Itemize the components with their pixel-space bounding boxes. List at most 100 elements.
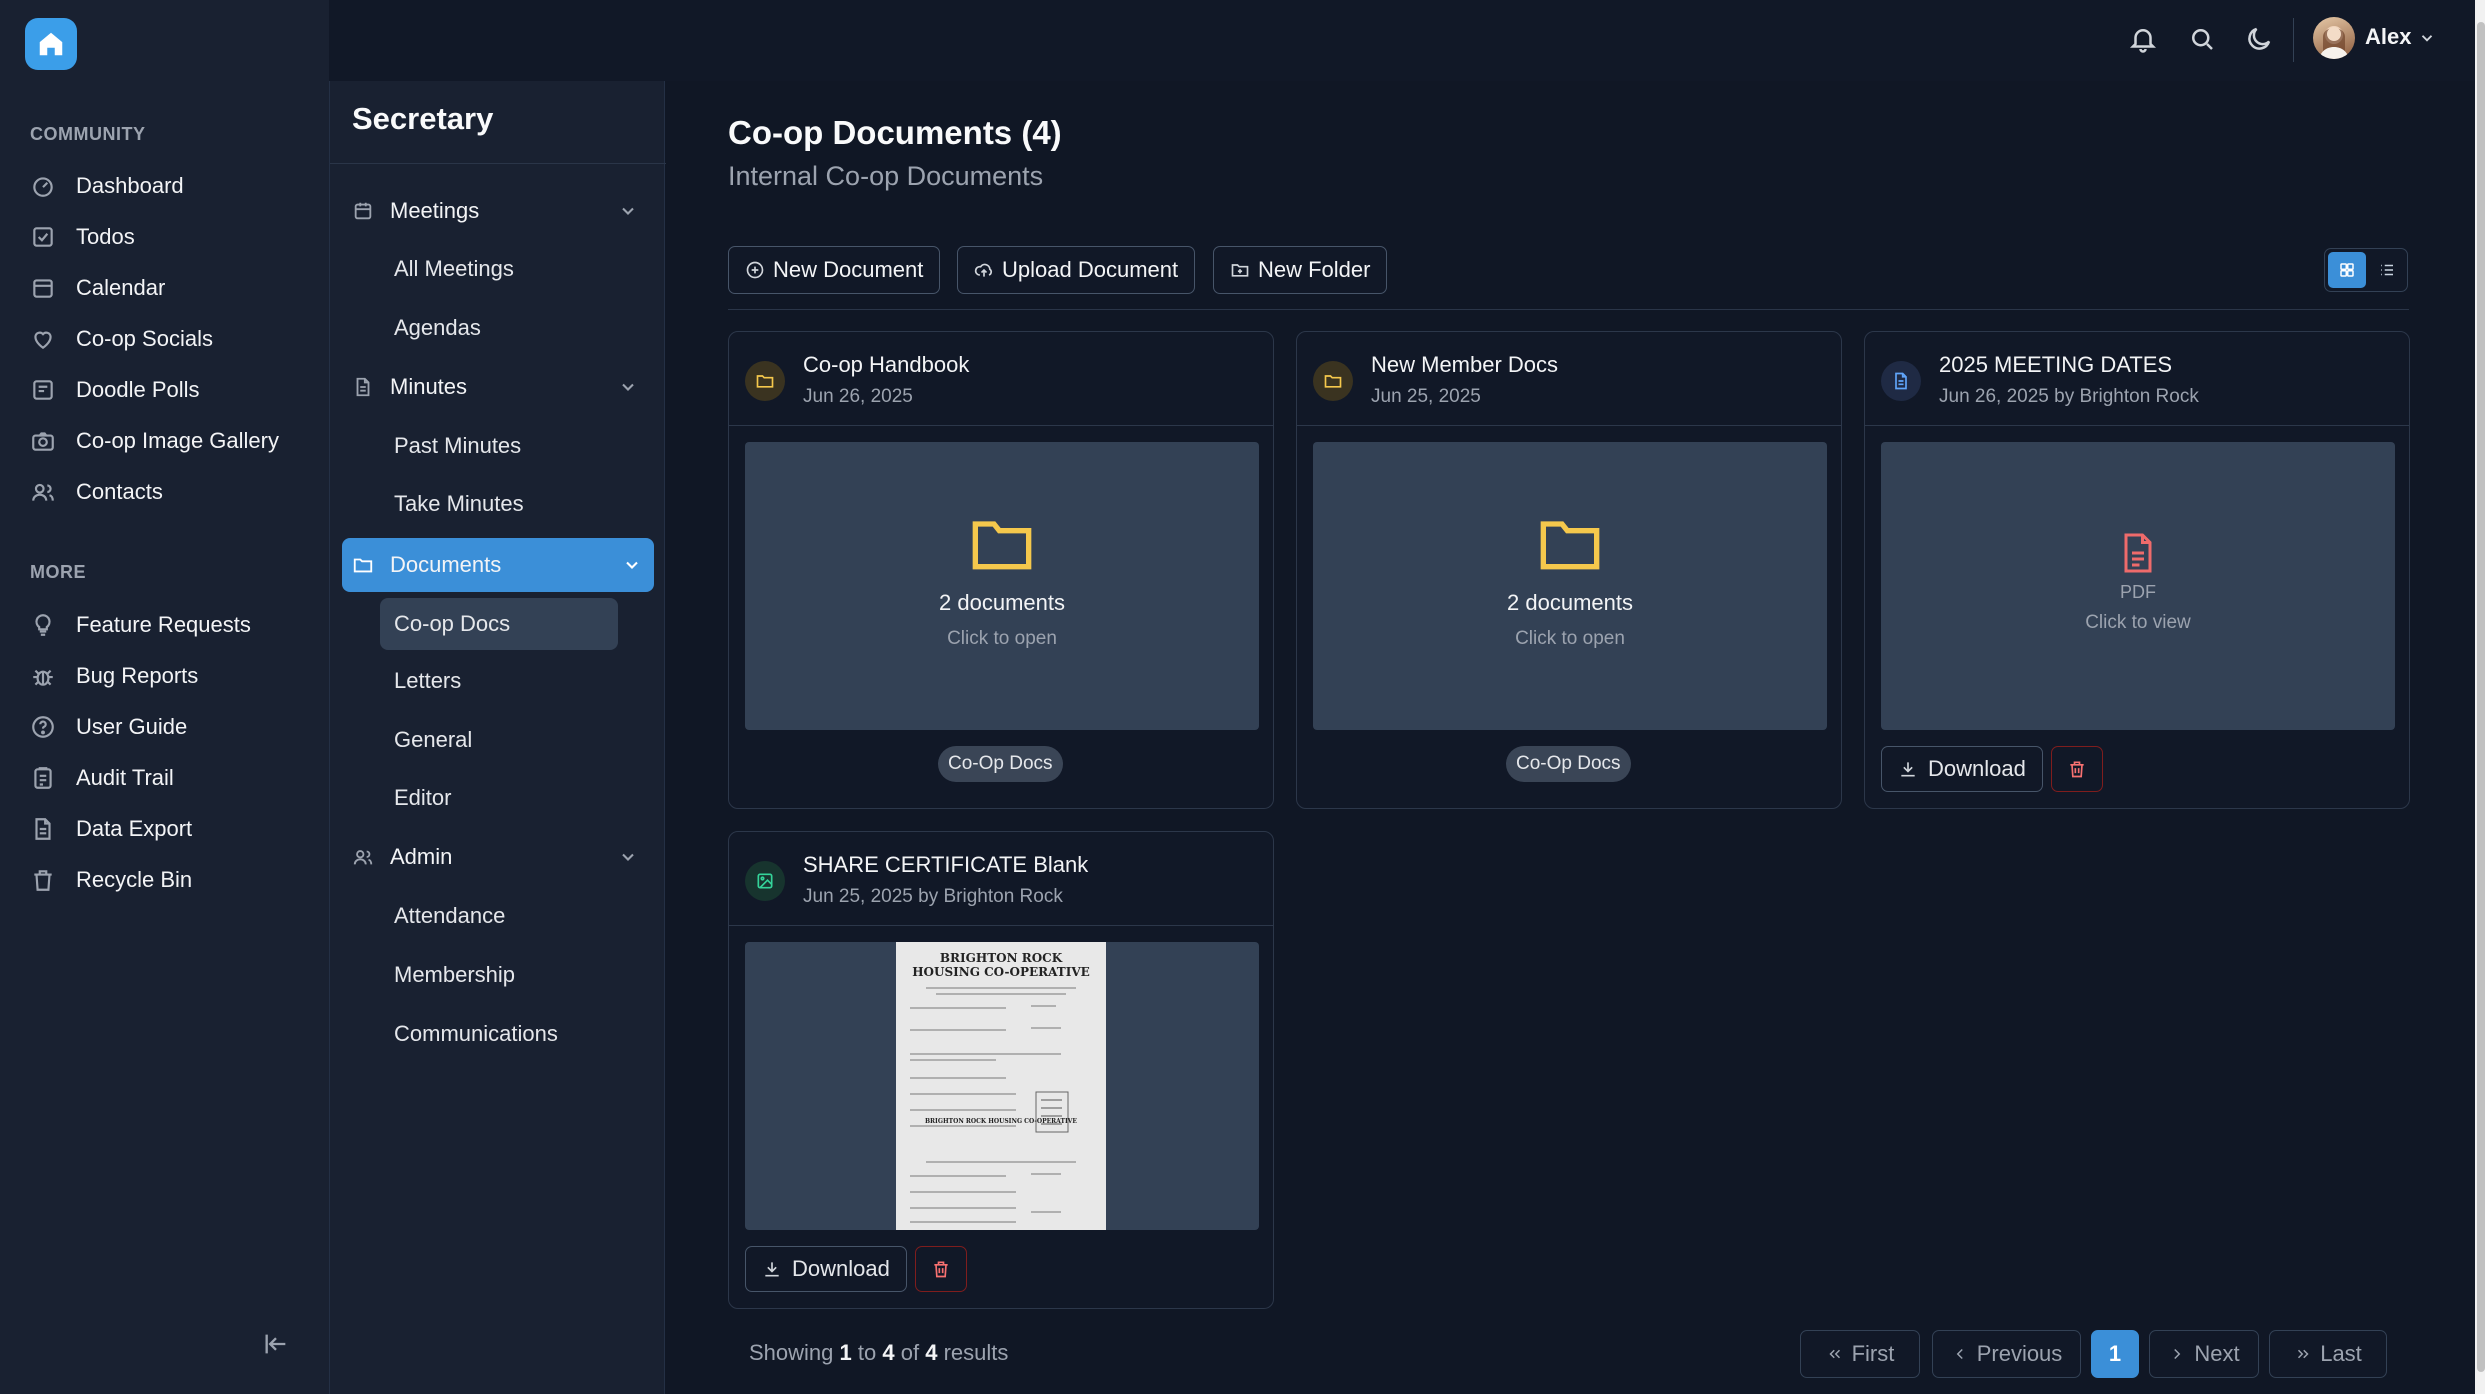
download-icon bbox=[765, 1262, 779, 1277]
subnav-item-communications[interactable]: Communications bbox=[380, 1012, 558, 1056]
sidebar-item-calendar[interactable]: Calendar bbox=[30, 268, 165, 308]
sidebar-item-recycle-bin[interactable]: Recycle Bin bbox=[30, 860, 192, 900]
subnav-group-label: Minutes bbox=[390, 374, 468, 399]
subnav-group-label: Documents bbox=[390, 552, 502, 577]
pagination-page-1[interactable]: 1 bbox=[2091, 1330, 2139, 1378]
category-tag: Co-Op Docs bbox=[1506, 746, 1631, 782]
camera-icon bbox=[32, 432, 54, 451]
open-hint: Click to open bbox=[1515, 628, 1625, 649]
subnav-group-documents[interactable]: Documents bbox=[342, 538, 654, 592]
subnav-item-label: Take Minutes bbox=[394, 491, 524, 516]
subnav-item-membership[interactable]: Membership bbox=[380, 953, 515, 997]
card-date: Jun 25, 2025 bbox=[1371, 386, 1481, 407]
pagination-first-button[interactable]: First bbox=[1800, 1330, 1920, 1378]
lightbulb-icon bbox=[35, 614, 51, 636]
folder-icon bbox=[756, 375, 774, 388]
delete-button[interactable] bbox=[915, 1246, 967, 1292]
subnav-item-co-op-docs[interactable]: Co-op Docs bbox=[380, 598, 618, 650]
subnav-title: Secretary bbox=[352, 101, 494, 136]
subnav-item-all-meetings[interactable]: All Meetings bbox=[380, 247, 514, 291]
toolbar-divider bbox=[728, 309, 2409, 310]
pagination-label: First bbox=[1851, 1341, 1895, 1366]
scrollbar-thumb[interactable] bbox=[2477, 22, 2485, 1372]
pagination-previous-button[interactable]: Previous bbox=[1932, 1330, 2081, 1378]
sidebar-item-dashboard[interactable]: Dashboard bbox=[30, 166, 184, 206]
folder-preview[interactable]: 2 documents Click to open bbox=[745, 442, 1259, 730]
subnav-item-editor[interactable]: Editor bbox=[380, 776, 451, 820]
subnav-item-label: Co-op Docs bbox=[394, 611, 511, 636]
subnav-item-attendance[interactable]: Attendance bbox=[380, 894, 505, 938]
image-preview[interactable]: BRIGHTON ROCK HOUSING CO-OPERATIVE BRIGH… bbox=[745, 942, 1259, 1230]
new-document-button[interactable]: New Document bbox=[728, 246, 941, 294]
subnav-group-admin[interactable]: Admin bbox=[352, 833, 650, 881]
sidebar-item-label: Contacts bbox=[76, 479, 163, 504]
users-icon bbox=[353, 850, 373, 865]
card-title: Co-op Handbook bbox=[803, 352, 970, 377]
theme-toggle-button[interactable] bbox=[2244, 24, 2274, 54]
sidebar-item-doodle-polls[interactable]: Doodle Polls bbox=[30, 370, 200, 410]
image-card[interactable]: SHARE CERTIFICATE Blank Jun 25, 2025 by … bbox=[728, 831, 1274, 1309]
results-total: 4 bbox=[925, 1340, 938, 1365]
list-view-button[interactable] bbox=[2368, 252, 2406, 288]
sidebar-item-co-op-image-gallery[interactable]: Co-op Image Gallery bbox=[30, 421, 279, 461]
button-label: Download bbox=[1928, 756, 2026, 781]
pagination-next-button[interactable]: Next bbox=[2149, 1330, 2259, 1378]
card-header: Co-op Handbook Jun 26, 2025 bbox=[729, 332, 1273, 426]
upload-document-button[interactable]: Upload Document bbox=[957, 246, 1196, 294]
folder-preview[interactable]: 2 documents Click to open bbox=[1313, 442, 1827, 730]
notifications-button[interactable] bbox=[2128, 24, 2158, 54]
collapse-sidebar-button[interactable] bbox=[262, 1330, 290, 1358]
subnav-item-label: Past Minutes bbox=[394, 433, 522, 458]
card-header: SHARE CERTIFICATE Blank Jun 25, 2025 by … bbox=[729, 832, 1273, 926]
folder-badge bbox=[1313, 361, 1353, 401]
document-card[interactable]: 2025 MEETING DATES Jun 26, 2025 by Brigh… bbox=[1864, 331, 2410, 809]
sidebar-item-bug-reports[interactable]: Bug Reports bbox=[30, 656, 198, 696]
subnav-group-meetings[interactable]: Meetings bbox=[352, 187, 650, 235]
new-folder-button[interactable]: New Folder bbox=[1213, 246, 1388, 294]
pdf-preview[interactable]: PDF Click to view bbox=[1881, 442, 2395, 730]
folder-card[interactable]: New Member Docs Jun 25, 2025 2 documents… bbox=[1296, 331, 1842, 809]
subnav-group-label: Meetings bbox=[390, 198, 480, 223]
delete-button[interactable] bbox=[2051, 746, 2103, 792]
sidebar-item-todos[interactable]: Todos bbox=[30, 217, 135, 257]
search-button[interactable] bbox=[2187, 24, 2217, 54]
sidebar-item-co-op-socials[interactable]: Co-op Socials bbox=[30, 319, 213, 359]
folder-icon bbox=[972, 521, 1032, 570]
sidebar-item-contacts[interactable]: Contacts bbox=[30, 472, 163, 512]
subnav-item-take-minutes[interactable]: Take Minutes bbox=[380, 482, 524, 526]
subnav-group-label: Admin bbox=[390, 844, 453, 869]
image-badge bbox=[745, 861, 785, 901]
certificate-lines bbox=[910, 987, 1076, 1223]
download-icon bbox=[1901, 762, 1915, 777]
sidebar-item-feature-requests[interactable]: Feature Requests bbox=[30, 605, 251, 645]
avatar[interactable] bbox=[2313, 17, 2355, 59]
subnav-item-general[interactable]: General bbox=[380, 718, 472, 762]
download-button[interactable]: Download bbox=[1881, 746, 2043, 792]
audit-icon bbox=[34, 767, 52, 789]
pagination-last-button[interactable]: Last bbox=[2269, 1330, 2387, 1378]
subnav-item-label: All Meetings bbox=[394, 256, 514, 281]
button-label: Upload Document bbox=[1002, 257, 1179, 282]
calendar-icon bbox=[354, 202, 372, 220]
sidebar-item-label: Doodle Polls bbox=[76, 377, 200, 402]
home-logo-button[interactable] bbox=[25, 18, 77, 70]
user-menu[interactable]: Alex bbox=[2365, 24, 2436, 50]
bug-icon bbox=[33, 669, 53, 686]
download-button[interactable]: Download bbox=[745, 1246, 907, 1292]
folder-card[interactable]: Co-op Handbook Jun 26, 2025 2 documents … bbox=[728, 331, 1274, 809]
pagination-label: Next bbox=[2194, 1341, 2240, 1366]
subnav-item-letters[interactable]: Letters bbox=[380, 659, 461, 703]
subnav-item-agendas[interactable]: Agendas bbox=[380, 306, 481, 350]
grid-view-button[interactable] bbox=[2328, 252, 2366, 288]
user-photo-icon bbox=[2319, 26, 2349, 59]
sidebar-item-user-guide[interactable]: User Guide bbox=[30, 707, 187, 747]
subnav-item-past-minutes[interactable]: Past Minutes bbox=[380, 424, 521, 468]
cloud-upload-icon bbox=[974, 263, 993, 277]
folder-icon bbox=[1324, 375, 1342, 388]
card-title: 2025 MEETING DATES bbox=[1939, 352, 2173, 377]
subnav-group-minutes[interactable]: Minutes bbox=[352, 363, 650, 411]
sidebar-item-data-export[interactable]: Data Export bbox=[30, 809, 192, 849]
sidebar-item-audit-trail[interactable]: Audit Trail bbox=[30, 758, 174, 798]
sidebar-item-label: Feature Requests bbox=[76, 612, 251, 637]
help-icon bbox=[32, 716, 54, 738]
